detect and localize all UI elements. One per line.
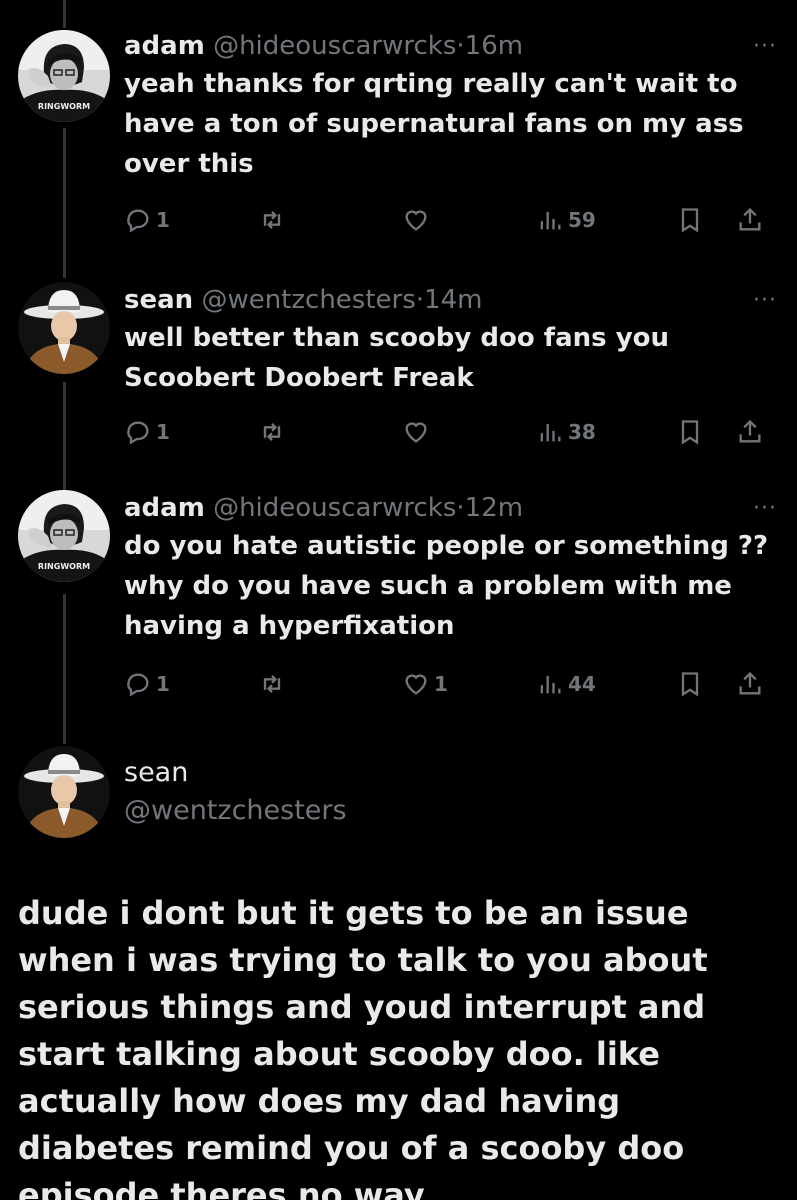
avatar-sean[interactable]	[18, 746, 110, 838]
bookmark-icon	[681, 672, 699, 697]
share-button[interactable]	[736, 202, 764, 238]
tweet-text: well better than scooby doo fans you Sco…	[124, 323, 670, 393]
avatar-shirt-text: RINGWORM	[38, 562, 90, 571]
action-bar: 1 38	[124, 414, 784, 450]
user-handle[interactable]: @wentzchesters	[201, 285, 415, 315]
share-icon	[739, 671, 761, 695]
views-count: 38	[568, 420, 596, 444]
views-button[interactable]: 38	[536, 414, 596, 450]
like-button[interactable]: 1	[402, 666, 448, 702]
views-icon	[540, 423, 561, 442]
tweet-text: do you hate autistic people or something…	[124, 531, 769, 641]
like-icon	[405, 210, 427, 231]
user-handle[interactable]: @hideouscarwrcks	[213, 493, 456, 523]
avatar-adam[interactable]: RINGWORM	[18, 30, 110, 122]
like-button[interactable]	[402, 414, 434, 450]
more-icon[interactable]: ···	[753, 496, 777, 521]
retweet-icon	[263, 423, 281, 441]
separator-dot: ·	[456, 31, 465, 61]
like-icon	[405, 422, 427, 443]
views-button[interactable]: 59	[536, 202, 596, 238]
reply-button[interactable]: 1	[124, 666, 170, 702]
avatar-sean[interactable]	[18, 282, 110, 374]
thread-line	[63, 0, 66, 28]
main-tweet-text: dude i dont but it gets to be an issue w…	[18, 894, 708, 1200]
share-button[interactable]	[736, 666, 764, 702]
retweet-button[interactable]	[258, 666, 290, 702]
tweet-header: adam @hideouscarwrcks·12m	[124, 490, 777, 526]
bookmark-button[interactable]	[676, 414, 704, 450]
user-handle[interactable]: @hideouscarwrcks	[213, 31, 456, 61]
tweet-content: adam @hideouscarwrcks·12m do you hate au…	[124, 490, 777, 646]
views-icon	[540, 211, 561, 230]
display-name[interactable]: adam	[124, 493, 205, 523]
tweet-text: yeah thanks for qrting really can't wait…	[124, 69, 744, 179]
reply-icon	[127, 209, 149, 233]
views-count: 59	[568, 208, 596, 232]
share-icon	[739, 207, 761, 231]
share-icon	[739, 419, 761, 443]
retweet-button[interactable]	[258, 202, 290, 238]
avatar-shirt-text: RINGWORM	[38, 102, 90, 111]
timestamp[interactable]: 14m	[424, 285, 482, 315]
main-tweet-header: sean @wentzchesters	[124, 754, 347, 830]
separator-dot: ·	[456, 493, 465, 523]
like-count: 1	[434, 672, 448, 696]
avatar-adam[interactable]: RINGWORM	[18, 490, 110, 582]
action-bar: 1 59	[124, 202, 784, 238]
reply-count: 1	[156, 208, 170, 232]
reply-button[interactable]: 1	[124, 414, 170, 450]
tweet[interactable]: RINGWORM adam @hideouscarwrcks·16m yeah …	[0, 28, 797, 248]
tweet-content: sean @wentzchesters·14m well better than…	[124, 282, 777, 398]
tweet-header: sean @wentzchesters·14m	[124, 282, 777, 318]
retweet-icon	[263, 675, 281, 693]
tweet[interactable]: RINGWORM adam @hideouscarwrcks·12m do yo…	[0, 490, 797, 710]
views-count: 44	[568, 672, 596, 696]
like-button[interactable]	[402, 202, 434, 238]
display-name[interactable]: sean	[124, 754, 347, 792]
more-icon[interactable]: ···	[753, 288, 777, 313]
retweet-button[interactable]	[258, 414, 290, 450]
bookmark-button[interactable]	[676, 666, 704, 702]
reply-count: 1	[156, 420, 170, 444]
tweet[interactable]: sean @wentzchesters·14m well better than…	[0, 282, 797, 472]
tweet-header: adam @hideouscarwrcks·16m	[124, 28, 777, 64]
separator-dot: ·	[415, 285, 425, 315]
display-name[interactable]: adam	[124, 31, 205, 61]
share-button[interactable]	[736, 414, 764, 450]
views-icon	[540, 675, 561, 694]
reply-count: 1	[156, 672, 170, 696]
views-button[interactable]: 44	[536, 666, 596, 702]
bookmark-icon	[681, 420, 699, 445]
reply-icon	[127, 673, 149, 697]
reply-button[interactable]: 1	[124, 202, 170, 238]
more-icon[interactable]: ···	[753, 34, 777, 59]
display-name[interactable]: sean	[124, 285, 193, 315]
retweet-icon	[263, 211, 281, 229]
bookmark-button[interactable]	[676, 202, 704, 238]
timestamp[interactable]: 16m	[465, 31, 523, 61]
timestamp[interactable]: 12m	[465, 493, 523, 523]
bookmark-icon	[681, 208, 699, 233]
tweet-content: adam @hideouscarwrcks·16m yeah thanks fo…	[124, 28, 777, 184]
reply-icon	[127, 421, 149, 445]
user-handle[interactable]: @wentzchesters	[124, 792, 347, 830]
action-bar: 1 1 44	[124, 666, 784, 702]
like-icon	[405, 674, 427, 695]
